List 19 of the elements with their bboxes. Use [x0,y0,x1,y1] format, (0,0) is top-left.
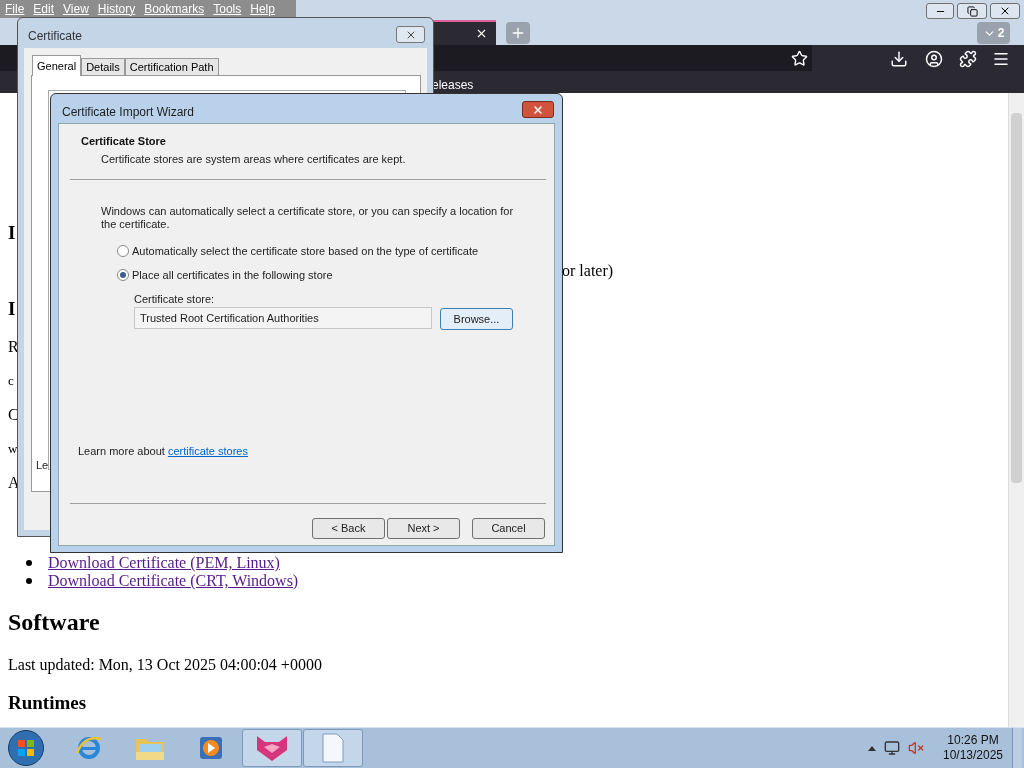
field-label: Certificate store: [134,292,215,307]
page-text: I [8,296,16,321]
dialog-title: Certificate Import Wizard [62,104,195,121]
page-text: I [8,220,16,245]
last-updated-text: Last updated: Mon, 13 Oct 2025 04:00:04 +0000 [8,655,322,676]
subsection-heading: Runtimes [8,690,87,715]
page-text: w [8,440,18,459]
page-text: c [8,372,14,391]
page-text: R [8,337,19,357]
intro-text: Windows can automatically select a certificate store, or you can specify a location for the certificate. [101,205,515,231]
clock-time: 10:26 PM [947,733,999,748]
section-heading: Software [8,608,100,637]
learn-more-text: Learn more about certificate stores [78,444,248,459]
page-text: or later) [562,261,614,282]
section-title: Certificate Store [81,134,166,149]
dialog-title: Certificate [28,28,83,45]
clock-date: 10/13/2025 [942,748,1004,763]
section-description: Certificate stores are system areas where certificates are kept. [101,152,406,167]
partial-text: Le [36,458,49,473]
